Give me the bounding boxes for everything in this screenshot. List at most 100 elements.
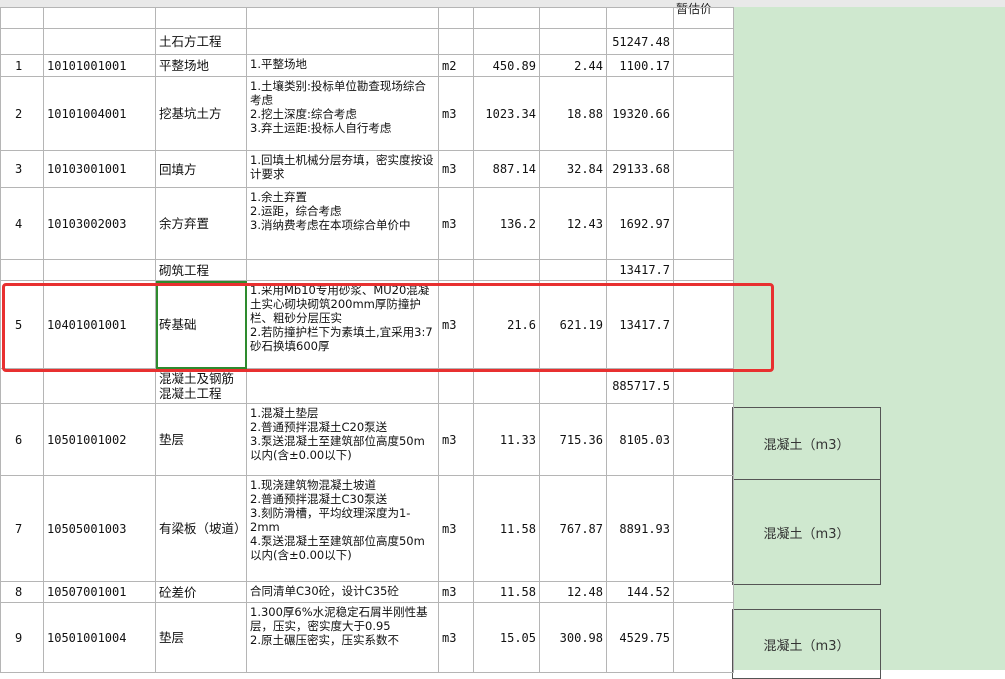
quantity[interactable]: 1023.34 bbox=[473, 76, 540, 151]
item-code[interactable]: 10103001001 bbox=[43, 150, 156, 188]
item-name[interactable]: 回填方 bbox=[155, 150, 247, 188]
item-name[interactable]: 土石方工程 bbox=[155, 28, 247, 55]
blank-cell[interactable] bbox=[673, 187, 734, 260]
total-price[interactable]: 144.52 bbox=[606, 581, 674, 603]
item-description[interactable]: 1.平整场地 bbox=[246, 54, 439, 77]
unit[interactable]: m3 bbox=[438, 150, 474, 188]
unit[interactable]: m3 bbox=[438, 602, 474, 673]
unit-price[interactable]: 32.84 bbox=[539, 150, 607, 188]
blank-cell[interactable] bbox=[673, 150, 734, 188]
unit-price[interactable]: 18.88 bbox=[539, 76, 607, 151]
item-description[interactable] bbox=[246, 28, 439, 55]
item-code[interactable] bbox=[43, 259, 156, 281]
quantity[interactable] bbox=[473, 368, 540, 404]
blank-cell[interactable] bbox=[673, 602, 734, 673]
unit[interactable]: m3 bbox=[438, 403, 474, 476]
row-number[interactable]: 6 bbox=[0, 403, 44, 476]
blank-cell[interactable] bbox=[673, 54, 734, 77]
item-code[interactable]: 10401001001 bbox=[43, 280, 156, 369]
unit[interactable] bbox=[438, 28, 474, 55]
total-price[interactable]: 19320.66 bbox=[606, 76, 674, 151]
unit[interactable]: m3 bbox=[438, 76, 474, 151]
item-name[interactable]: 砼差价 bbox=[155, 581, 247, 603]
row-number[interactable] bbox=[0, 259, 44, 281]
quantity[interactable]: 136.2 bbox=[473, 187, 540, 260]
item-description[interactable] bbox=[246, 368, 439, 404]
unit[interactable] bbox=[438, 368, 474, 404]
unit[interactable]: m3 bbox=[438, 475, 474, 582]
row-number[interactable]: 4 bbox=[0, 187, 44, 260]
row-number[interactable] bbox=[0, 368, 44, 404]
blank-cell[interactable] bbox=[673, 368, 734, 404]
quantity[interactable]: 450.89 bbox=[473, 54, 540, 77]
item-name[interactable]: 垫层 bbox=[155, 403, 247, 476]
item-description[interactable]: 1.采用Mb10专用砂浆、MU20混凝土实心砌块砌筑200mm厚防撞护栏、粗砂分… bbox=[246, 280, 439, 369]
side-label-3[interactable]: 混凝土（m3） bbox=[732, 609, 881, 679]
side-label-2[interactable]: 混凝土（m3） bbox=[732, 479, 881, 585]
unit[interactable] bbox=[438, 7, 474, 29]
item-description[interactable]: 1.300厚6%水泥稳定石屑半刚性基层，压实，密实度大于0.95 2.原土碾压密实… bbox=[246, 602, 439, 673]
item-description[interactable] bbox=[246, 7, 439, 29]
total-price[interactable]: 1100.17 bbox=[606, 54, 674, 77]
item-description[interactable]: 1.余土弃置 2.运距，综合考虑 3.消纳费考虑在本项综合单价中 bbox=[246, 187, 439, 260]
total-price[interactable]: 1692.97 bbox=[606, 187, 674, 260]
blank-cell[interactable] bbox=[673, 28, 734, 55]
blank-cell[interactable] bbox=[673, 259, 734, 281]
unit[interactable]: m3 bbox=[438, 581, 474, 603]
row-number[interactable] bbox=[0, 28, 44, 55]
blank-cell[interactable] bbox=[673, 475, 734, 582]
row-number[interactable]: 3 bbox=[0, 150, 44, 188]
item-code[interactable]: 10501001004 bbox=[43, 602, 156, 673]
total-price[interactable]: 29133.68 bbox=[606, 150, 674, 188]
blank-cell[interactable] bbox=[673, 76, 734, 151]
row-number[interactable]: 1 bbox=[0, 54, 44, 77]
item-name[interactable]: 余方弃置 bbox=[155, 187, 247, 260]
item-code[interactable]: 10103002003 bbox=[43, 187, 156, 260]
row-number[interactable]: 8 bbox=[0, 581, 44, 603]
total-price[interactable]: 8105.03 bbox=[606, 403, 674, 476]
row-number[interactable]: 7 bbox=[0, 475, 44, 582]
item-code[interactable] bbox=[43, 28, 156, 55]
unit[interactable]: m3 bbox=[438, 280, 474, 369]
unit-price[interactable]: 12.48 bbox=[539, 581, 607, 603]
item-code[interactable]: 10101001001 bbox=[43, 54, 156, 77]
unit-price[interactable] bbox=[539, 7, 607, 29]
item-code[interactable] bbox=[43, 368, 156, 404]
quantity[interactable]: 15.05 bbox=[473, 602, 540, 673]
row-number[interactable] bbox=[0, 7, 44, 29]
row-number[interactable]: 5 bbox=[0, 280, 44, 369]
item-description[interactable]: 1.回填土机械分层夯填，密实度按设计要求 bbox=[246, 150, 439, 188]
unit-price[interactable] bbox=[539, 368, 607, 404]
unit-price[interactable]: 767.87 bbox=[539, 475, 607, 582]
item-name[interactable]: 挖基坑土方 bbox=[155, 76, 247, 151]
total-price[interactable]: 8891.93 bbox=[606, 475, 674, 582]
quantity[interactable] bbox=[473, 259, 540, 281]
unit[interactable] bbox=[438, 259, 474, 281]
item-name[interactable]: 混凝土及钢筋混凝土工程 bbox=[155, 368, 247, 404]
unit-price[interactable]: 12.43 bbox=[539, 187, 607, 260]
blank-cell[interactable] bbox=[673, 280, 734, 369]
unit-price[interactable] bbox=[539, 28, 607, 55]
unit[interactable]: m3 bbox=[438, 187, 474, 260]
quantity[interactable]: 21.6 bbox=[473, 280, 540, 369]
item-name[interactable]: 砖基础 bbox=[155, 280, 247, 369]
quantity[interactable]: 11.58 bbox=[473, 475, 540, 582]
unit-price[interactable]: 715.36 bbox=[539, 403, 607, 476]
quantity[interactable] bbox=[473, 7, 540, 29]
total-price[interactable] bbox=[606, 7, 674, 29]
row-number[interactable]: 9 bbox=[0, 602, 44, 673]
total-price[interactable]: 13417.7 bbox=[606, 259, 674, 281]
quantity[interactable]: 887.14 bbox=[473, 150, 540, 188]
item-description[interactable]: 1.混凝土垫层 2.普通预拌混凝土C20泵送 3.泵送混凝土至建筑部位高度50m以内… bbox=[246, 403, 439, 476]
total-price[interactable]: 4529.75 bbox=[606, 602, 674, 673]
unit-price[interactable] bbox=[539, 259, 607, 281]
item-name[interactable]: 有梁板（坡道） bbox=[155, 475, 247, 582]
total-price[interactable]: 51247.48 bbox=[606, 28, 674, 55]
total-price[interactable]: 13417.7 bbox=[606, 280, 674, 369]
item-name[interactable]: 平整场地 bbox=[155, 54, 247, 77]
item-description[interactable]: 1.现浇建筑物混凝土坡道 2.普通预拌混凝土C30泵送 3.刻防滑槽，平均纹理深度为… bbox=[246, 475, 439, 582]
item-name[interactable] bbox=[155, 7, 247, 29]
item-code[interactable] bbox=[43, 7, 156, 29]
unit-price[interactable]: 621.19 bbox=[539, 280, 607, 369]
quantity[interactable] bbox=[473, 28, 540, 55]
